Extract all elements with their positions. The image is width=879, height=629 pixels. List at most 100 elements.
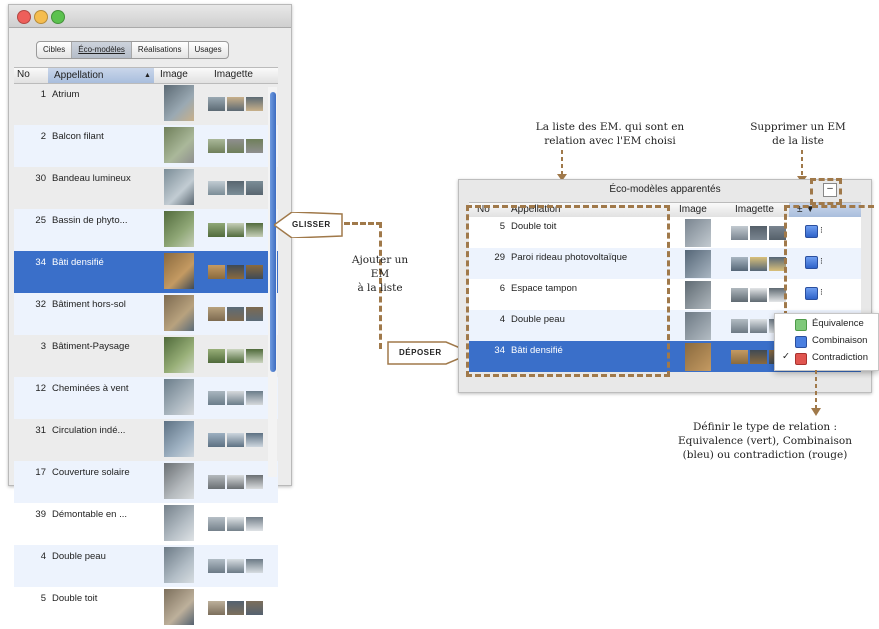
- row-number: 2: [40, 131, 46, 142]
- row-name: Double toit: [52, 593, 98, 604]
- table-row[interactable]: 25 Bassin de phyto...: [14, 209, 278, 251]
- col-no[interactable]: No: [17, 69, 30, 80]
- zoom-button[interactable]: [51, 10, 65, 24]
- row-image: [164, 547, 194, 583]
- drag-path-top: [344, 222, 382, 225]
- relation-col-highlight: [784, 205, 874, 208]
- row-image: [685, 250, 711, 278]
- related-list-highlight: [466, 205, 670, 377]
- minimize-button[interactable]: [34, 10, 48, 24]
- menu-item-equivalence[interactable]: Équivalence: [775, 316, 878, 332]
- table-row[interactable]: 12 Cheminées à vent: [14, 377, 278, 419]
- close-button[interactable]: [17, 10, 31, 24]
- row-image: [164, 463, 194, 499]
- thumbnail: [208, 307, 225, 321]
- table-row[interactable]: 17 Couverture solaire: [14, 461, 278, 503]
- table-row[interactable]: 31 Circulation indé...: [14, 419, 278, 461]
- sort-asc-icon: ▲: [144, 72, 151, 79]
- table-row[interactable]: 34 Bâti densifié: [14, 251, 278, 293]
- row-image: [164, 379, 194, 415]
- row-name: Démontable en ...: [52, 509, 127, 520]
- relation-type-icon[interactable]: [805, 256, 818, 269]
- thumbnail: [750, 350, 767, 364]
- row-thumbnails: [731, 288, 786, 302]
- row-number: 30: [35, 173, 46, 184]
- table-row[interactable]: 1 Atrium: [14, 83, 278, 125]
- thumbnail: [227, 391, 244, 405]
- relation-type-icon[interactable]: [805, 287, 818, 300]
- row-thumbnails: [208, 265, 263, 279]
- row-thumbnails: [208, 181, 263, 195]
- relation-popup-icon[interactable]: ⁝: [820, 287, 823, 298]
- row-number: 1: [40, 89, 46, 100]
- relation-popup-icon[interactable]: ⁝: [820, 225, 823, 236]
- row-number: 25: [35, 215, 46, 226]
- row-image: [164, 295, 194, 331]
- col-image[interactable]: Image: [160, 69, 188, 80]
- thumbnail: [208, 181, 225, 195]
- red-swatch-icon: [795, 353, 807, 365]
- ajouter-annotation: Ajouter un EM à la liste: [351, 254, 409, 294]
- thumbnail: [227, 307, 244, 321]
- tab-eco-modeles[interactable]: Éco-modèles: [72, 42, 132, 58]
- thumbnail: [246, 433, 263, 447]
- thumbnail: [227, 559, 244, 573]
- col-appellation[interactable]: Appellation ▲: [48, 68, 154, 83]
- tab-realisations[interactable]: Réalisations: [132, 42, 189, 58]
- checkmark-icon: ✓: [782, 351, 790, 362]
- col-imagette[interactable]: Imagette: [214, 69, 253, 80]
- row-image: [164, 421, 194, 457]
- thumbnail: [208, 97, 225, 111]
- row-image: [685, 312, 711, 340]
- row-number: 31: [35, 425, 46, 436]
- row-name: Double peau: [52, 551, 106, 562]
- relation-type-icon[interactable]: [805, 225, 818, 238]
- table-row[interactable]: 39 Démontable en ...: [14, 503, 278, 545]
- row-thumbnails: [208, 307, 263, 321]
- thumbnail: [750, 257, 767, 271]
- menu-item-label: Combinaison: [812, 335, 868, 346]
- glisser-label: GLISSER: [292, 220, 331, 229]
- row-thumbnails: [208, 349, 263, 363]
- table-row[interactable]: 30 Bandeau lumineux: [14, 167, 278, 209]
- thumbnail: [246, 307, 263, 321]
- tab-usages[interactable]: Usages: [189, 42, 228, 58]
- table-row[interactable]: 32 Bâtiment hors-sol: [14, 293, 278, 335]
- row-name: Bâtiment-Paysage: [52, 341, 130, 352]
- menu-item-contradiction[interactable]: ✓ Contradiction: [775, 350, 878, 366]
- row-image: [164, 211, 194, 247]
- row-name: Balcon filant: [52, 131, 104, 142]
- thumbnail: [246, 517, 263, 531]
- tab-cibles[interactable]: Cibles: [37, 42, 73, 58]
- row-thumbnails: [208, 433, 263, 447]
- thumbnail: [750, 319, 767, 333]
- row-thumbnails: [731, 226, 786, 240]
- menu-item-combinaison[interactable]: Combinaison: [775, 333, 878, 349]
- relation-popup-icon[interactable]: ⁝: [820, 256, 823, 267]
- thumbnail: [227, 475, 244, 489]
- thumbnail: [227, 517, 244, 531]
- thumbnail: [208, 559, 225, 573]
- thumbnail: [246, 223, 263, 237]
- row-number: 12: [35, 383, 46, 394]
- table-row[interactable]: 3 Bâtiment-Paysage: [14, 335, 278, 377]
- row-name: Bassin de phyto...: [52, 215, 128, 226]
- thumbnail: [246, 475, 263, 489]
- row-thumbnails: [208, 97, 263, 111]
- thumbnail: [246, 181, 263, 195]
- rcol-image[interactable]: Image: [679, 204, 707, 215]
- table-row[interactable]: 5 Double toit: [14, 587, 278, 629]
- row-image: [685, 343, 711, 371]
- rcol-imagette[interactable]: Imagette: [735, 204, 774, 215]
- row-number: 17: [35, 467, 46, 478]
- row-image: [685, 219, 711, 247]
- row-number: 4: [40, 551, 46, 562]
- thumbnail: [227, 265, 244, 279]
- thumbnail: [208, 475, 225, 489]
- table-row[interactable]: 2 Balcon filant: [14, 125, 278, 167]
- table-row[interactable]: 4 Double peau: [14, 545, 278, 587]
- thumbnail: [731, 226, 748, 240]
- thumbnail: [246, 391, 263, 405]
- thumbnail: [208, 223, 225, 237]
- green-swatch-icon: [795, 319, 807, 331]
